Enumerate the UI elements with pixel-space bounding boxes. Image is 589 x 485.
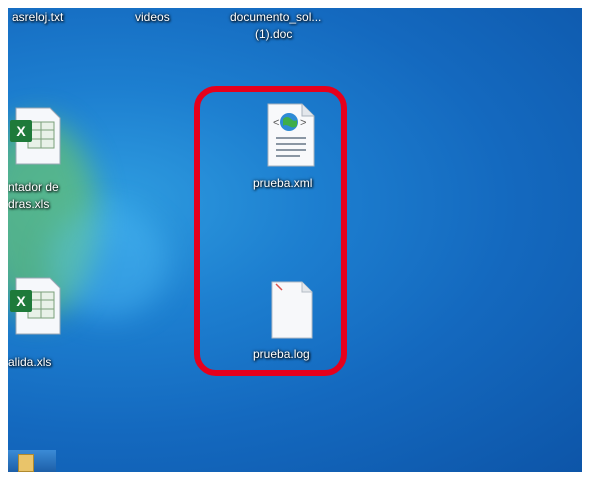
excel-file-icon[interactable]: X bbox=[10, 106, 62, 171]
file-label-documento[interactable]: documento_sol... bbox=[230, 10, 321, 25]
svg-text:X: X bbox=[16, 123, 26, 139]
file-label-documento-line2[interactable]: (1).doc bbox=[255, 27, 292, 42]
excel-file-label-1-line2[interactable]: dras.xls bbox=[8, 197, 49, 212]
folder-icon bbox=[18, 454, 34, 472]
svg-text:X: X bbox=[16, 293, 26, 309]
excel-file-label-2[interactable]: alida.xls bbox=[8, 355, 51, 370]
folder-label-videos[interactable]: videos bbox=[135, 10, 170, 25]
taskbar-button[interactable] bbox=[8, 450, 56, 472]
highlight-rectangle bbox=[194, 86, 347, 376]
excel-file-label-1[interactable]: ntador de bbox=[8, 180, 59, 195]
desktop: asreloj.txt videos documento_sol... (1).… bbox=[8, 8, 582, 472]
file-label-asreloj[interactable]: asreloj.txt bbox=[12, 10, 63, 25]
excel-file-icon[interactable]: X bbox=[10, 276, 62, 341]
